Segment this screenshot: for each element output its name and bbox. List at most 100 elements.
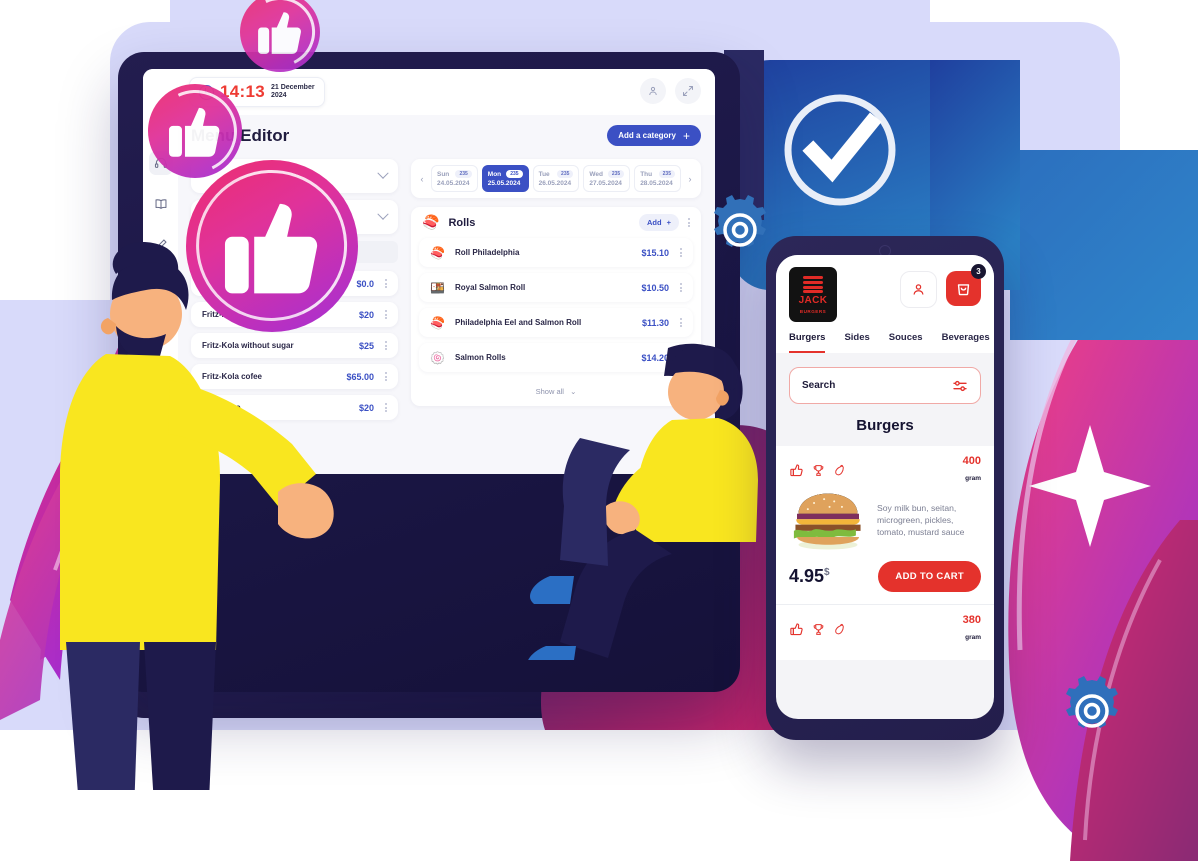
search-input-value: Search	[802, 380, 836, 391]
category-name: Rolls	[448, 216, 476, 229]
day-tab[interactable]: Sun 235 24.05.2024	[431, 165, 478, 192]
burger-photo	[793, 493, 861, 550]
day-badge: 235	[607, 170, 625, 178]
expand-icon	[683, 86, 693, 96]
day-tab[interactable]: Wed 235 27.05.2024	[583, 165, 631, 192]
person-icon	[913, 284, 924, 295]
day-date: 25.05.2024	[487, 180, 521, 187]
weight-value: 380	[962, 614, 981, 626]
phone-account-button[interactable]	[900, 271, 937, 308]
day-tab[interactable]: Thu 235 28.05.2024	[634, 165, 681, 192]
table-row[interactable]: 🍱 Royal Salmon Roll $10.50	[419, 273, 693, 302]
sidebar-item-menu-book[interactable]	[149, 192, 173, 216]
product-thumb-icon: 🍱	[430, 280, 445, 295]
product-card[interactable]: 400 gram Soy milk bun, seitan, microgree…	[776, 446, 994, 604]
check-circle-icon	[784, 94, 896, 206]
row-more-button[interactable]	[678, 317, 684, 329]
day-selector: ‹ Sun 235 24.05.2024 Mon 235 25.05.2024 Tue 235…	[411, 159, 701, 198]
search-input[interactable]: Search	[789, 367, 981, 404]
product-weight: 400 gram	[963, 456, 981, 485]
trophy-icon	[813, 465, 824, 476]
day-date: 27.05.2024	[589, 180, 622, 187]
product-body: Soy milk bun, seitan, microgreen, pickle…	[789, 489, 981, 551]
category-emoji-icon: 🍣	[422, 214, 440, 230]
product-thumb-icon: 🍣	[430, 315, 445, 330]
cart-count-badge: 3	[971, 264, 986, 279]
row-more-button[interactable]	[678, 282, 684, 294]
cart-icon	[957, 284, 970, 296]
day-name: Wed	[589, 170, 603, 178]
phone-screen: JACK BURGERS 3 Burgers Sides Souces Beve…	[776, 255, 994, 719]
content-header: Menu Editor Add a category +	[191, 125, 701, 146]
phone-category-tabs: Burgers Sides Souces Beverages	[776, 322, 994, 353]
category-header: 🍣 Rolls Add +	[411, 207, 701, 238]
gear-icon	[1066, 676, 1118, 728]
current-date-line1: 21 December	[270, 84, 315, 91]
tab-burgers[interactable]: Burgers	[789, 322, 826, 353]
weight-value: 400	[962, 455, 981, 467]
price-value: 4.95	[789, 566, 825, 586]
thumbs-up-icon	[169, 108, 220, 157]
day-tab[interactable]: Tue 235 26.05.2024	[532, 165, 580, 192]
phone-device: JACK BURGERS 3 Burgers Sides Souces Beve…	[766, 236, 1004, 740]
person-icon	[649, 86, 657, 96]
day-name: Thu	[640, 170, 653, 178]
day-badge: 235	[658, 170, 675, 178]
day-date: 28.05.2024	[640, 180, 673, 187]
weight-unit: gram	[965, 475, 981, 482]
fullscreen-button[interactable]	[675, 78, 701, 104]
product-name: Royal Salmon Roll	[455, 283, 526, 292]
thumbs-up-badge-large	[174, 148, 370, 344]
tab-souces[interactable]: Souces	[889, 322, 923, 353]
day-badge: 235	[506, 170, 523, 178]
thumbs-up-badge-medium	[141, 77, 249, 185]
product-price: $11.30	[641, 317, 669, 328]
phone-cart-button[interactable]: 3	[946, 264, 986, 306]
add-category-button[interactable]: Add a category +	[607, 125, 701, 146]
product-tagrow: 400 gram	[789, 456, 981, 485]
phone-header: JACK BURGERS 3	[776, 255, 994, 322]
add-to-cart-button[interactable]: ADD TO CART	[878, 561, 981, 592]
day-name: Tue	[538, 170, 550, 178]
add-item-label: Add	[647, 218, 662, 227]
product-name: Roll Philadelphia	[455, 248, 520, 257]
chili-icon	[835, 623, 844, 635]
phone-section-title: Burgers	[856, 417, 914, 434]
thumbs-up-icon	[224, 203, 317, 294]
product-name: Philadelphia Eel and Salmon Roll	[455, 318, 582, 327]
product-card[interactable]: 380 gram	[776, 605, 994, 660]
next-day-button[interactable]: ›	[683, 174, 697, 184]
account-button[interactable]	[640, 78, 666, 104]
product-tagrow: 380 gram	[789, 615, 981, 644]
row-more-button[interactable]	[678, 247, 684, 259]
current-date-line2: 2024	[270, 92, 287, 99]
day-date: 24.05.2024	[437, 180, 470, 187]
brand-subtitle: BURGERS	[799, 308, 827, 314]
filter-sliders-icon[interactable]	[952, 379, 968, 393]
trophy-icon	[813, 624, 824, 635]
product-thumb-icon: 🍣	[430, 245, 445, 260]
table-row[interactable]: 🍣 Roll Philadelphia $15.10	[419, 238, 693, 267]
tab-sides[interactable]: Sides	[844, 322, 869, 353]
day-name: Mon	[487, 170, 502, 178]
add-item-button[interactable]: Add +	[639, 214, 679, 231]
price-currency: $	[824, 567, 830, 578]
day-name: Sun	[437, 170, 450, 178]
plus-icon: +	[682, 128, 690, 143]
chevron-down-icon	[377, 167, 389, 179]
phone-header-actions: 3	[900, 264, 986, 308]
prev-day-button[interactable]: ‹	[415, 174, 429, 184]
thumbs-up-icon	[790, 464, 803, 477]
product-tags	[789, 463, 846, 478]
day-tab[interactable]: Mon 235 25.05.2024	[481, 165, 529, 192]
chevron-down-icon	[377, 208, 389, 220]
tab-beverages[interactable]: Beverages	[942, 322, 990, 353]
product-thumb-icon: 🍥	[430, 350, 445, 365]
category-more-button[interactable]	[686, 217, 692, 229]
book-icon	[155, 199, 166, 209]
product-price: 4.95$	[789, 566, 830, 587]
burger-logo-icon	[803, 275, 823, 293]
thumbs-up-icon	[790, 623, 803, 636]
thumbs-up-icon	[257, 12, 301, 55]
product-price: $15.10	[641, 247, 669, 258]
